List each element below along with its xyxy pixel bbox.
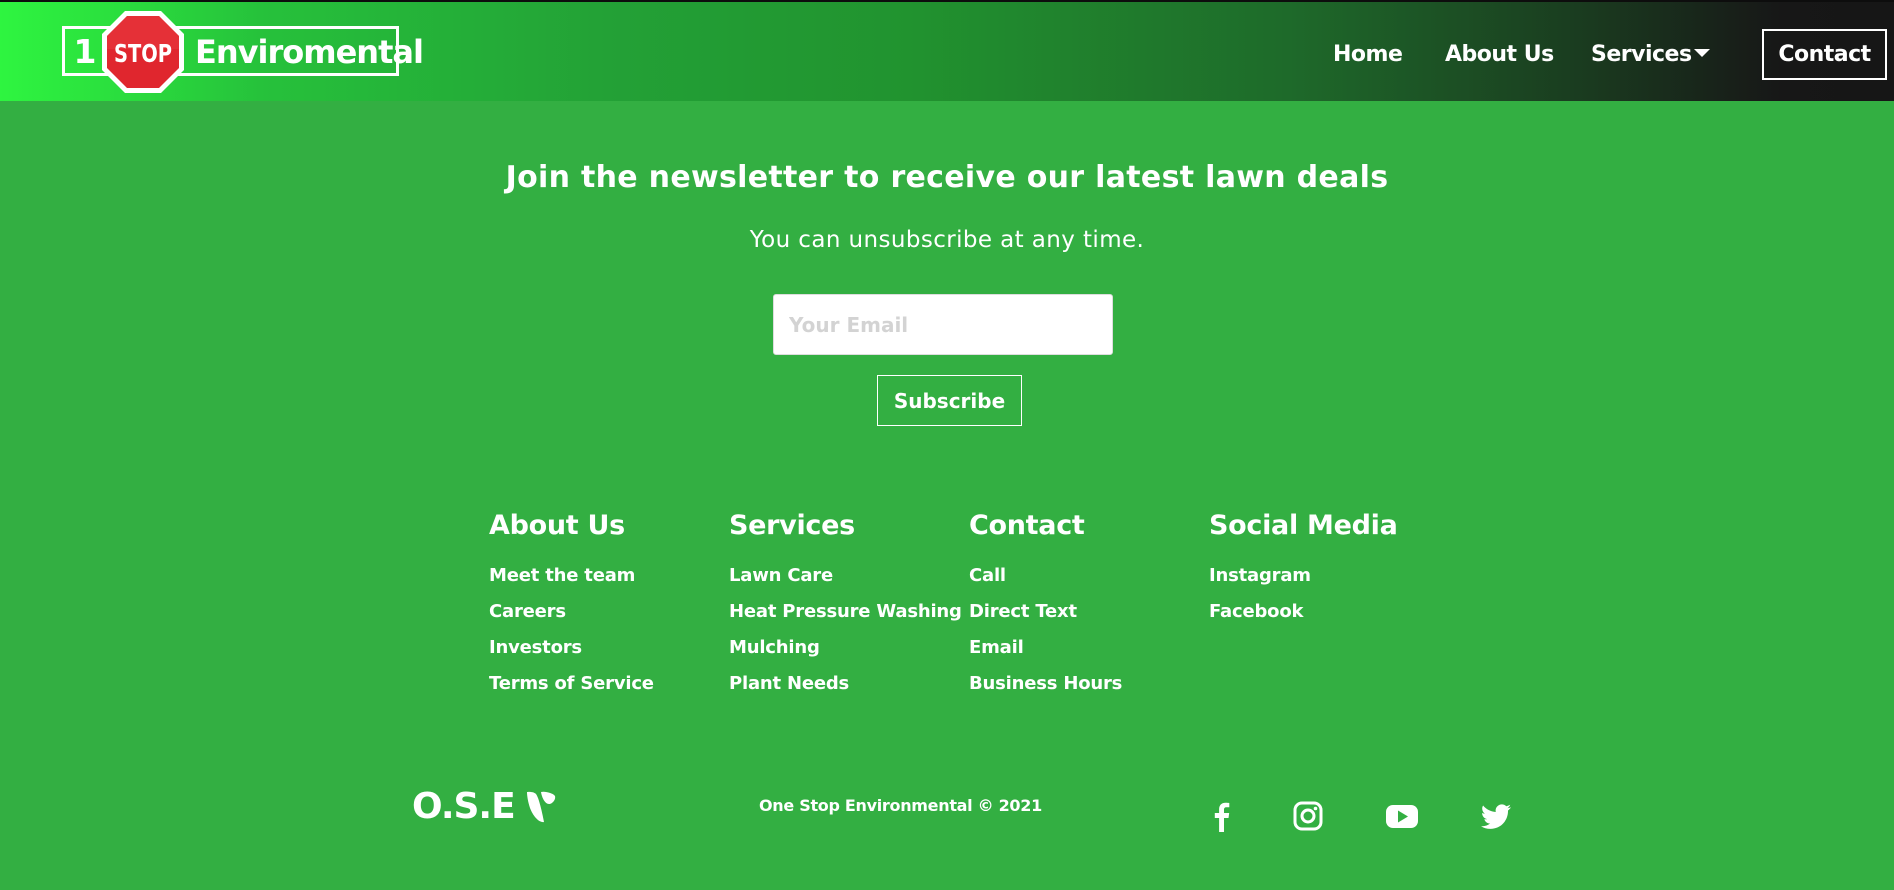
footer-column-services: Services Lawn Care Heat Pressure Washing… xyxy=(729,510,962,702)
facebook-icon[interactable] xyxy=(1206,800,1238,832)
logo[interactable]: 1 STOP Enviromental xyxy=(62,11,424,93)
footer-column-about: About Us Meet the team Careers Investors… xyxy=(489,510,654,702)
footer-link-terms-of-service[interactable]: Terms of Service xyxy=(489,666,654,702)
footer-link-meet-the-team[interactable]: Meet the team xyxy=(489,558,654,594)
footer-column-title: About Us xyxy=(489,510,625,541)
email-input[interactable] xyxy=(773,294,1113,355)
footer-link-call[interactable]: Call xyxy=(969,558,1122,594)
youtube-icon[interactable] xyxy=(1385,800,1419,832)
twitter-icon[interactable] xyxy=(1480,800,1512,832)
footer-link-heat-pressure-washing[interactable]: Heat Pressure Washing xyxy=(729,594,962,630)
footer-link-direct-text[interactable]: Direct Text xyxy=(969,594,1122,630)
nav-home[interactable]: Home xyxy=(1333,42,1403,67)
instagram-icon[interactable] xyxy=(1292,800,1324,832)
footer-column-contact: Contact Call Direct Text Email Business … xyxy=(969,510,1122,702)
logo-sign-text: STOP xyxy=(114,39,172,68)
navbar: 1 STOP Enviromental Home About Us Servic… xyxy=(0,0,1894,101)
footer-column-title: Social Media xyxy=(1209,510,1398,541)
nav-about-us[interactable]: About Us xyxy=(1445,42,1554,67)
nav-services[interactable]: Services xyxy=(1591,42,1710,67)
nav-services-label: Services xyxy=(1591,42,1692,67)
newsletter-title: Join the newsletter to receive our lates… xyxy=(505,160,1389,195)
logo-name: Enviromental xyxy=(195,33,424,71)
typo3-icon xyxy=(526,791,555,822)
contact-button[interactable]: Contact xyxy=(1762,29,1887,80)
footer-column-social-media: Social Media Instagram Facebook xyxy=(1209,510,1398,630)
footer-brand[interactable]: O.S.E xyxy=(412,786,557,827)
logo-number: 1 xyxy=(73,31,97,71)
copyright-text: One Stop Environmental © 2021 xyxy=(759,796,1042,815)
footer-link-email[interactable]: Email xyxy=(969,630,1122,666)
footer-link-instagram[interactable]: Instagram xyxy=(1209,558,1398,594)
footer-column-title: Contact xyxy=(969,510,1085,541)
subscribe-button[interactable]: Subscribe xyxy=(877,375,1022,426)
footer-link-business-hours[interactable]: Business Hours xyxy=(969,666,1122,702)
footer-brand-text: O.S.E xyxy=(412,786,516,827)
footer-link-lawn-care[interactable]: Lawn Care xyxy=(729,558,962,594)
chevron-down-icon xyxy=(1693,49,1710,57)
footer-link-investors[interactable]: Investors xyxy=(489,630,654,666)
newsletter-subtitle: You can unsubscribe at any time. xyxy=(749,227,1145,253)
footer-link-plant-needs[interactable]: Plant Needs xyxy=(729,666,962,702)
footer-link-mulching[interactable]: Mulching xyxy=(729,630,962,666)
footer-column-title: Services xyxy=(729,510,855,541)
footer-link-careers[interactable]: Careers xyxy=(489,594,654,630)
stop-sign-icon: STOP xyxy=(102,11,184,93)
footer-link-facebook[interactable]: Facebook xyxy=(1209,594,1398,630)
